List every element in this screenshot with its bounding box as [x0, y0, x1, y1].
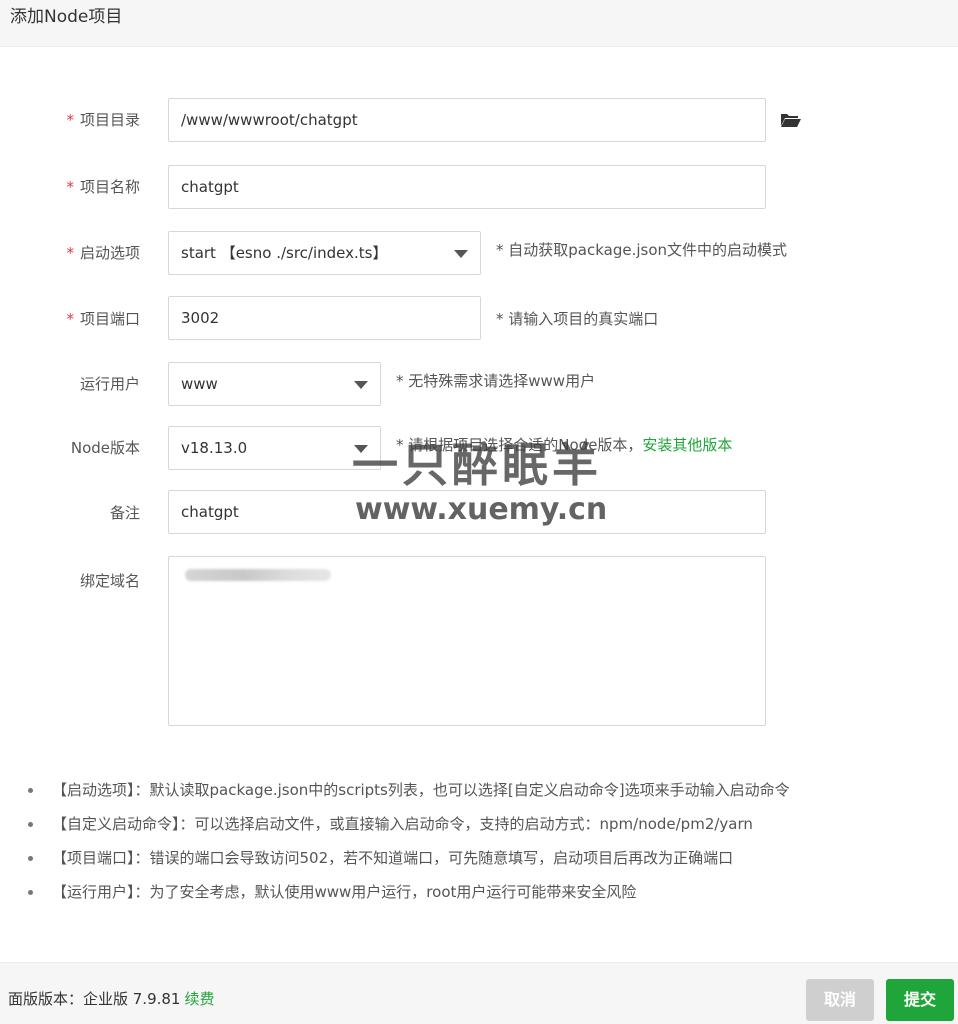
bind-domain-textarea[interactable] — [168, 556, 766, 726]
project-name-label-text: 项目名称 — [79, 178, 140, 196]
help-note-text: 【启动选项】：默认读取package.json中的scripts列表，也可以选择… — [52, 781, 790, 799]
start-option-hint: * 自动获取package.json文件中的启动模式 — [496, 241, 788, 259]
run-user-label-text: 运行用户 — [79, 375, 140, 393]
caret-down-icon — [354, 381, 368, 389]
help-note: 【项目端口】：错误的端口会导致访问502，若不知道端口，可先随意填写，启动项目后… — [28, 848, 928, 882]
required-mark: * — [66, 310, 74, 328]
remark-input[interactable]: chatgpt — [168, 490, 766, 534]
node-version-value: v18.13.0 — [181, 439, 248, 457]
node-version-hint: * 请根据项目选择合适的Node版本，安装其他版本 — [396, 435, 732, 455]
panel-version: 面版版本：企业版 7.9.81 续费 — [8, 989, 215, 1009]
project-port-value: 3002 — [181, 309, 220, 327]
required-mark: * — [66, 244, 74, 262]
start-option-label: * 启动选项 — [0, 243, 140, 263]
run-user-label: 运行用户 — [0, 374, 140, 394]
submit-button[interactable]: 提交 — [886, 979, 954, 1021]
help-notes-list: 【启动选项】：默认读取package.json中的scripts列表，也可以选择… — [28, 780, 928, 916]
remark-value: chatgpt — [181, 503, 239, 521]
add-node-project-dialog: 添加Node项目 * 项目目录 /www/wwwroot/chatgpt * 项目名… — [0, 0, 958, 1024]
project-name-value: chatgpt — [181, 178, 239, 196]
run-user-value: www — [181, 375, 218, 393]
bullet-icon — [28, 856, 33, 861]
node-version-label-text: Node版本 — [70, 439, 140, 457]
blurred-domain-text — [185, 569, 331, 581]
help-note: 【启动选项】：默认读取package.json中的scripts列表，也可以选择… — [28, 780, 928, 814]
cancel-button[interactable]: 取消 — [806, 979, 874, 1021]
project-port-label-text: 项目端口 — [79, 310, 140, 328]
help-note-text: 【自定义启动命令】：可以选择启动文件，或直接输入启动命令，支持的启动方式：npm… — [52, 815, 753, 833]
project-port-hint: * 请输入项目的真实端口 — [496, 310, 659, 328]
bind-domain-label-text: 绑定域名 — [79, 572, 140, 590]
install-other-version-link[interactable]: 安装其他版本 — [642, 436, 732, 454]
help-note-text: 【运行用户】：为了安全考虑，默认使用www用户运行，root用户运行可能带来安全… — [52, 883, 637, 901]
help-note: 【运行用户】：为了安全考虑，默认使用www用户运行，root用户运行可能带来安全… — [28, 882, 928, 916]
start-option-select[interactable]: start 【esno ./src/index.ts】 — [168, 231, 481, 275]
folder-open-icon[interactable] — [780, 112, 802, 128]
project-port-label: * 项目端口 — [0, 309, 140, 329]
required-mark: * — [66, 111, 74, 129]
help-note-text: 【项目端口】：错误的端口会导致访问502，若不知道端口，可先随意填写，启动项目后… — [52, 849, 734, 867]
project-dir-input[interactable]: /www/wwwroot/chatgpt — [168, 98, 766, 142]
project-name-label: * 项目名称 — [0, 177, 140, 197]
dialog-footer: 面版版本：企业版 7.9.81 续费 取消 提交 — [0, 962, 958, 1024]
run-user-select[interactable]: www — [168, 362, 381, 406]
renew-link[interactable]: 续费 — [184, 990, 214, 1008]
caret-down-icon — [454, 250, 468, 258]
caret-down-icon — [354, 445, 368, 453]
remark-label-text: 备注 — [109, 504, 140, 522]
project-port-input[interactable]: 3002 — [168, 296, 481, 340]
bullet-icon — [28, 890, 33, 895]
help-note: 【自定义启动命令】：可以选择启动文件，或直接输入启动命令，支持的启动方式：npm… — [28, 814, 928, 848]
run-user-hint: * 无特殊需求请选择www用户 — [396, 372, 596, 390]
remark-label: 备注 — [0, 503, 140, 523]
node-version-label: Node版本 — [0, 438, 140, 458]
dialog-header: 添加Node项目 — [0, 0, 958, 47]
dialog-title: 添加Node项目 — [10, 7, 123, 27]
bullet-icon — [28, 822, 33, 827]
bullet-icon — [28, 788, 33, 793]
node-version-select[interactable]: v18.13.0 — [168, 426, 381, 470]
required-mark: * — [66, 178, 74, 196]
node-version-hint-text: * 请根据项目选择合适的Node版本， — [396, 436, 643, 454]
project-dir-label: * 项目目录 — [0, 110, 140, 130]
project-dir-value: /www/wwwroot/chatgpt — [181, 111, 358, 129]
project-dir-label-text: 项目目录 — [79, 111, 140, 129]
start-option-label-text: 启动选项 — [79, 244, 140, 262]
project-name-input[interactable]: chatgpt — [168, 165, 766, 209]
panel-version-text: 面版版本：企业版 7.9.81 — [8, 990, 181, 1008]
bind-domain-label: 绑定域名 — [0, 571, 140, 591]
start-option-value: start 【esno ./src/index.ts】 — [181, 244, 388, 262]
